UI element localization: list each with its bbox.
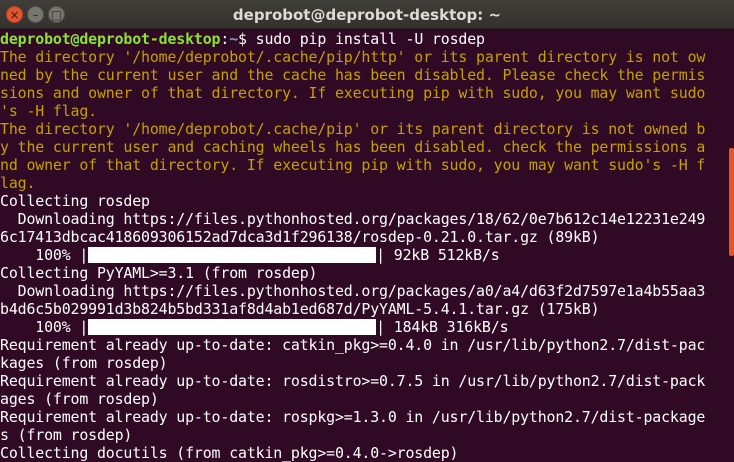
progress-stats: | 184kB 316kB/s — [376, 318, 509, 336]
command-text: sudo pip install -U rosdep — [255, 30, 485, 48]
warning-line: ned by the current user and the cache ha… — [0, 66, 706, 84]
progress-line: 100% | | 92kB 512kB/s — [0, 246, 734, 264]
output-line: kages (from rosdep) — [0, 354, 168, 372]
prompt-line: deprobot@deprobot-desktop:~$ sudo pip in… — [0, 30, 734, 48]
window-title: deprobot@deprobot-desktop: ~ — [232, 6, 502, 24]
warning-line: 's -H flag. — [0, 102, 97, 120]
progress-bar — [88, 319, 377, 335]
output-line: Downloading https://files.pythonhosted.o… — [0, 282, 706, 300]
warning-line: sions and owner of that directory. If ex… — [0, 84, 706, 102]
warning-line: nd owner of that directory. If executing… — [0, 156, 706, 174]
output-line: s (from rosdep) — [0, 426, 133, 444]
prompt-path: ~ — [229, 30, 239, 48]
scrollbar[interactable] — [729, 148, 734, 256]
progress-percent: 100% | — [0, 318, 89, 336]
output-line: Collecting rosdep — [0, 192, 150, 210]
warning-line: The directory '/home/deprobot/.cache/pip… — [0, 120, 706, 138]
output-line: ages (from rosdep) — [0, 390, 159, 408]
warning-line: lag. — [0, 174, 36, 192]
terminal-window: × – □ deprobot@deprobot-desktop: ~ depro… — [0, 0, 734, 462]
progress-stats: | 92kB 512kB/s — [376, 246, 500, 264]
prompt-symbol: $ — [238, 30, 256, 48]
progress-percent: 100% | — [0, 246, 89, 264]
output-line: Collecting PyYAML>=3.1 (from rosdep) — [0, 264, 318, 282]
output-line: Requirement already up-to-date: catkin_p… — [0, 336, 706, 354]
title-bar: × – □ deprobot@deprobot-desktop: ~ — [0, 0, 734, 29]
output-line: Requirement already up-to-date: rosdistr… — [0, 372, 706, 390]
terminal-output[interactable]: deprobot@deprobot-desktop:~$ sudo pip in… — [0, 30, 734, 462]
warning-line: y the current user and caching wheels ha… — [0, 138, 706, 156]
warning-line: The directory '/home/deprobot/.cache/pip… — [0, 48, 706, 66]
output-line: Downloading https://files.pythonhosted.o… — [0, 210, 706, 228]
progress-line: 100% | | 184kB 316kB/s — [0, 318, 734, 336]
output-line: Collecting docutils (from catkin_pkg>=0.… — [0, 444, 459, 462]
output-line: Requirement already up-to-date: rospkg>=… — [0, 408, 706, 426]
progress-bar — [88, 247, 377, 263]
prompt-separator: : — [220, 30, 230, 48]
output-line: b4d6c5b029991d3b824b5bd331af8d4ab1ed687d… — [0, 300, 600, 318]
prompt-user-host: deprobot@deprobot-desktop — [0, 30, 221, 48]
output-line: 6c17413dbcac418609306152ad7dca3d1f296138… — [0, 228, 600, 246]
